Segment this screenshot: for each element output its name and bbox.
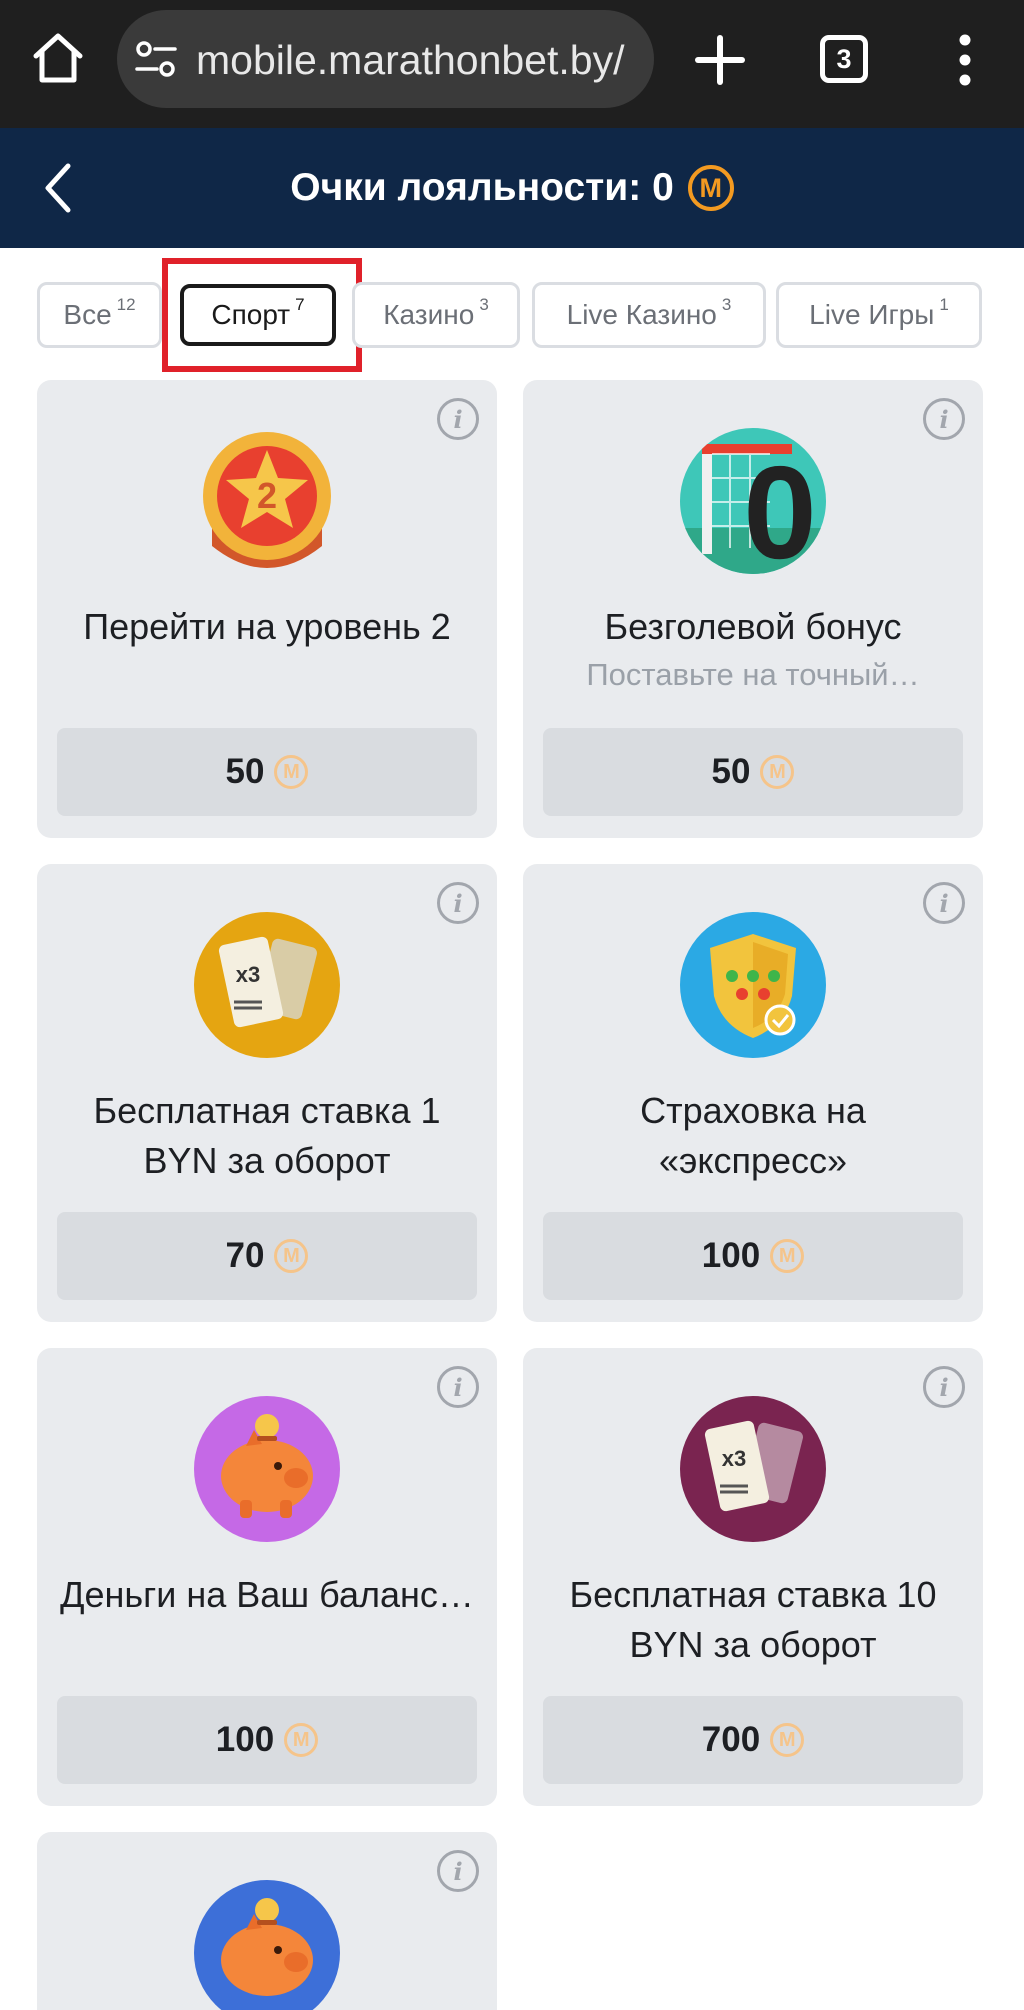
reward-title: Страховка на «экспресс»: [640, 1090, 866, 1181]
piggy-bank-blue-icon: [194, 1880, 340, 2010]
express-insurance-shield-icon: [680, 912, 826, 1058]
tab-live-casino-count: 3: [721, 295, 732, 314]
info-icon[interactable]: i: [437, 882, 479, 924]
tab-casino-label: Казино: [383, 299, 475, 330]
tab-live-games[interactable]: Live Игры 1: [776, 282, 982, 348]
zero-goal-icon: 0: [680, 428, 826, 574]
reward-price-button[interactable]: 700 M: [543, 1696, 963, 1784]
reward-price-button[interactable]: 50 M: [543, 728, 963, 816]
tab-live-casino-label: Live Казино: [566, 299, 717, 330]
reward-price: 70: [225, 1236, 265, 1275]
level-2-medal-icon: 2: [203, 432, 331, 568]
reward-card[interactable]: i x3 Бесплатная ставка 1 BYN за оборот 7…: [37, 864, 497, 1322]
free-bet-ticket-gold-icon: x3: [194, 912, 340, 1058]
page-title-group: Очки лояльности: 0 M: [0, 128, 1024, 248]
page-header: Очки лояльности: 0 M: [0, 128, 1024, 248]
svg-text:0: 0: [743, 439, 816, 574]
reward-title: Бесплатная ставка 10 BYN за оборот: [569, 1574, 937, 1665]
reward-title: Безголевой бонус: [604, 606, 902, 647]
url-text[interactable]: mobile.marathonbet.by/: [196, 30, 644, 90]
tab-all-count: 12: [116, 295, 136, 314]
info-icon[interactable]: i: [923, 882, 965, 924]
reward-card[interactable]: i Деньги на Ваш баланс… 100 M: [37, 1348, 497, 1806]
reward-card[interactable]: i 2 Перейти на уровень 2 50 M: [37, 380, 497, 838]
tab-live-games-label: Live Игры: [809, 299, 935, 330]
reward-price-button[interactable]: 50 M: [57, 728, 477, 816]
reward-title: Деньги на Ваш баланс…: [60, 1574, 474, 1615]
coin-icon: M: [274, 1239, 309, 1273]
info-icon[interactable]: i: [437, 1850, 479, 1892]
coin-icon: M: [760, 755, 795, 789]
browser-toolbar: mobile.marathonbet.by/ 3: [0, 0, 1024, 128]
reward-price: 100: [215, 1720, 275, 1759]
reward-card[interactable]: i Страховка на «экспресс» 100 M: [523, 864, 983, 1322]
tab-live-casino[interactable]: Live Казино 3: [532, 282, 766, 348]
home-icon[interactable]: [28, 28, 88, 88]
info-icon[interactable]: i: [437, 1366, 479, 1408]
svg-text:x3: x3: [722, 1446, 746, 1471]
more-menu-icon[interactable]: [950, 30, 980, 90]
reward-title: Бесплатная ставка 1 BYN за оборот: [93, 1090, 441, 1181]
reward-card[interactable]: i x3 Бесплатная ставка 10 BYN за оборот …: [523, 1348, 983, 1806]
tab-casino[interactable]: Казино 3: [352, 282, 520, 348]
tab-all[interactable]: Все 12: [37, 282, 162, 348]
reward-price-button[interactable]: 100 M: [543, 1212, 963, 1300]
info-icon[interactable]: i: [923, 1366, 965, 1408]
tab-casino-count: 3: [479, 295, 489, 314]
svg-text:2: 2: [257, 475, 277, 516]
info-icon[interactable]: i: [437, 398, 479, 440]
coin-icon: M: [274, 755, 309, 789]
svg-text:x3: x3: [236, 962, 260, 987]
piggy-bank-purple-icon: [194, 1396, 340, 1542]
reward-title: Перейти на уровень 2: [83, 606, 451, 647]
page-title: Очки лояльности: 0: [290, 166, 674, 209]
loyalty-coin-icon: M: [687, 165, 734, 211]
reward-price-button[interactable]: 100 M: [57, 1696, 477, 1784]
reward-price: 700: [701, 1720, 761, 1759]
tab-switcher-button[interactable]: 3: [820, 35, 868, 83]
reward-price-button[interactable]: 70 M: [57, 1212, 477, 1300]
tab-live-games-count: 1: [939, 295, 949, 314]
site-settings-icon[interactable]: [135, 38, 177, 80]
reward-card[interactable]: i 0 Безголевой бонус Поставьте на точный…: [523, 380, 983, 838]
reward-price: 50: [225, 752, 265, 791]
reward-price: 100: [701, 1236, 761, 1275]
coin-icon: M: [770, 1723, 805, 1757]
tab-all-label: Все: [63, 299, 112, 330]
reward-subtitle: Поставьте на точный…: [586, 657, 920, 692]
info-icon[interactable]: i: [923, 398, 965, 440]
reward-card[interactable]: i: [37, 1832, 497, 2010]
reward-price: 50: [711, 752, 751, 791]
coin-icon: M: [284, 1723, 319, 1757]
coin-icon: M: [770, 1239, 805, 1273]
selection-highlight: [162, 258, 362, 372]
new-tab-icon[interactable]: [692, 32, 748, 88]
free-bet-ticket-maroon-icon: x3: [680, 1396, 826, 1542]
